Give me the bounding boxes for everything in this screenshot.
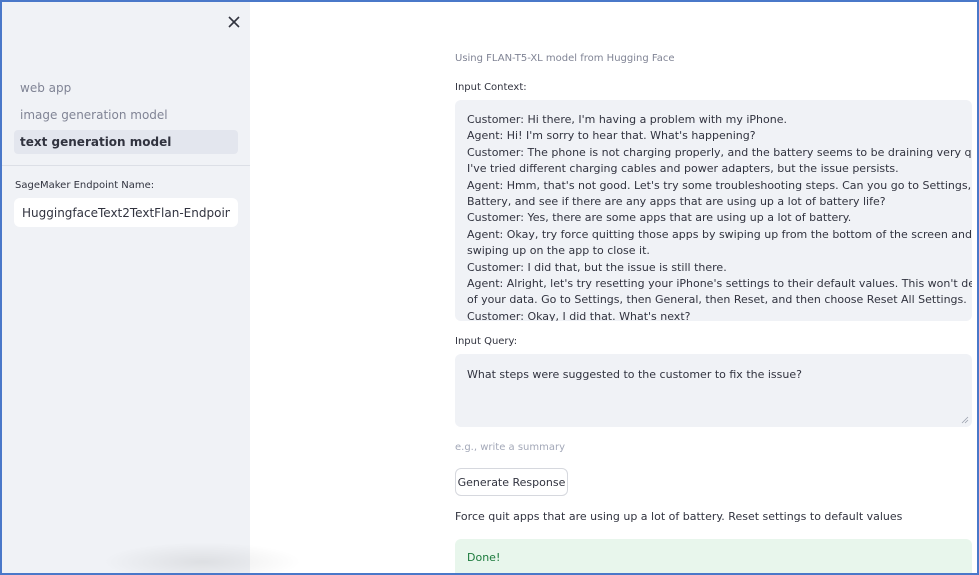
query-text: What steps were suggested to the custome…: [467, 368, 802, 381]
app-window: web app image generation model text gene…: [0, 0, 979, 575]
close-sidebar-button[interactable]: [224, 12, 244, 32]
context-line: Agent: Hmm, that's not good. Let's try s…: [467, 178, 972, 192]
sidebar-item-text-generation-model[interactable]: text generation model: [14, 130, 238, 154]
context-line: Customer: Okay, I did that. What's next?: [467, 309, 691, 321]
input-context-textarea[interactable]: Customer: Hi there, I'm having a problem…: [455, 100, 972, 321]
sidebar-item-web-app[interactable]: web app: [14, 76, 238, 100]
input-context-label: Input Context:: [455, 82, 527, 93]
success-alert: Done!: [455, 539, 972, 573]
resize-grip-icon[interactable]: [961, 416, 969, 424]
decorative-shadow: [102, 542, 302, 573]
context-line: Customer: I did that, but the issue is s…: [467, 260, 727, 274]
sidebar: web app image generation model text gene…: [2, 2, 250, 573]
context-line: Agent: Okay, try force quitting those ap…: [467, 227, 972, 241]
generate-response-button[interactable]: Generate Response: [455, 468, 568, 496]
context-line: of your data. Go to Settings, then Gener…: [467, 293, 967, 307]
context-line: Battery, and see if there are any apps t…: [467, 195, 886, 209]
main-content: Using FLAN-T5-XL model from Hugging Face…: [250, 2, 977, 573]
query-hint: e.g., write a summary: [455, 442, 566, 453]
input-query-textarea[interactable]: What steps were suggested to the custome…: [455, 354, 972, 427]
context-line: Customer: The phone is not charging prop…: [467, 145, 972, 159]
input-query-label: Input Query:: [455, 336, 518, 347]
context-line: Customer: Hi there, I'm having a problem…: [467, 113, 787, 126]
success-text: Done!: [467, 551, 501, 564]
close-icon: [228, 16, 240, 28]
context-line: Agent: Hi! I'm sorry to hear that. What'…: [467, 129, 756, 143]
sidebar-divider: [2, 165, 250, 166]
endpoint-input[interactable]: [14, 198, 238, 227]
response-text: Force quit apps that are using up a lot …: [455, 510, 903, 523]
sidebar-item-image-generation-model[interactable]: image generation model: [14, 103, 238, 127]
context-line: swiping up on the app to close it.: [467, 244, 650, 258]
context-line: I've tried different charging cables and…: [467, 162, 899, 176]
context-line: Agent: Alright, let's try resetting your…: [467, 277, 972, 291]
context-line: Customer: Yes, there are some apps that …: [467, 211, 852, 225]
model-caption: Using FLAN-T5-XL model from Hugging Face: [455, 53, 675, 64]
endpoint-label: SageMaker Endpoint Name:: [15, 180, 155, 191]
sidebar-nav: web app image generation model text gene…: [14, 76, 238, 157]
